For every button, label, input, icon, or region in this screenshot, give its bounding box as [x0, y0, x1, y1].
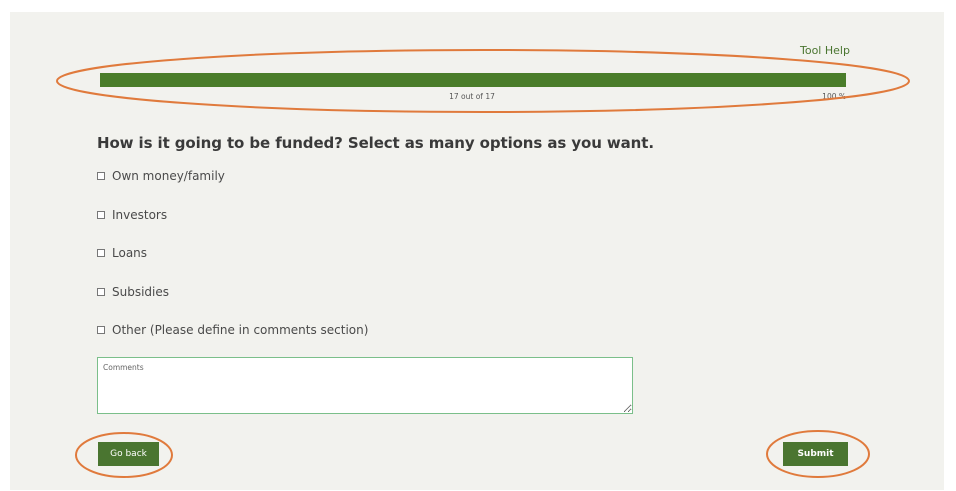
option-label: Subsidies	[112, 285, 170, 299]
option-own-money[interactable]: Own money/family	[97, 169, 225, 183]
form-panel: Tool Help 17 out of 17 100 % How is it g…	[10, 12, 944, 490]
option-label: Other (Please define in comments section…	[112, 323, 369, 337]
checkbox[interactable]	[97, 288, 105, 296]
progress-percent: 100 %	[822, 92, 846, 101]
progress-bar	[100, 73, 846, 87]
tool-help-link[interactable]: Tool Help	[800, 44, 850, 57]
option-label: Investors	[112, 208, 168, 222]
go-back-button[interactable]: Go back	[98, 442, 159, 466]
checkbox[interactable]	[97, 326, 105, 334]
submit-button[interactable]: Submit	[783, 442, 848, 466]
option-investors[interactable]: Investors	[97, 208, 167, 222]
option-loans[interactable]: Loans	[97, 246, 147, 260]
checkbox[interactable]	[97, 249, 105, 257]
option-label: Own money/family	[112, 169, 225, 183]
checkbox[interactable]	[97, 172, 105, 180]
option-subsidies[interactable]: Subsidies	[97, 285, 169, 299]
comments-textarea[interactable]	[97, 357, 633, 414]
option-label: Loans	[112, 246, 148, 260]
progress-count: 17 out of 17	[449, 92, 495, 101]
option-other[interactable]: Other (Please define in comments section…	[97, 323, 368, 337]
checkbox[interactable]	[97, 211, 105, 219]
question-title: How is it going to be funded? Select as …	[97, 134, 654, 152]
progress-fill	[100, 73, 846, 87]
